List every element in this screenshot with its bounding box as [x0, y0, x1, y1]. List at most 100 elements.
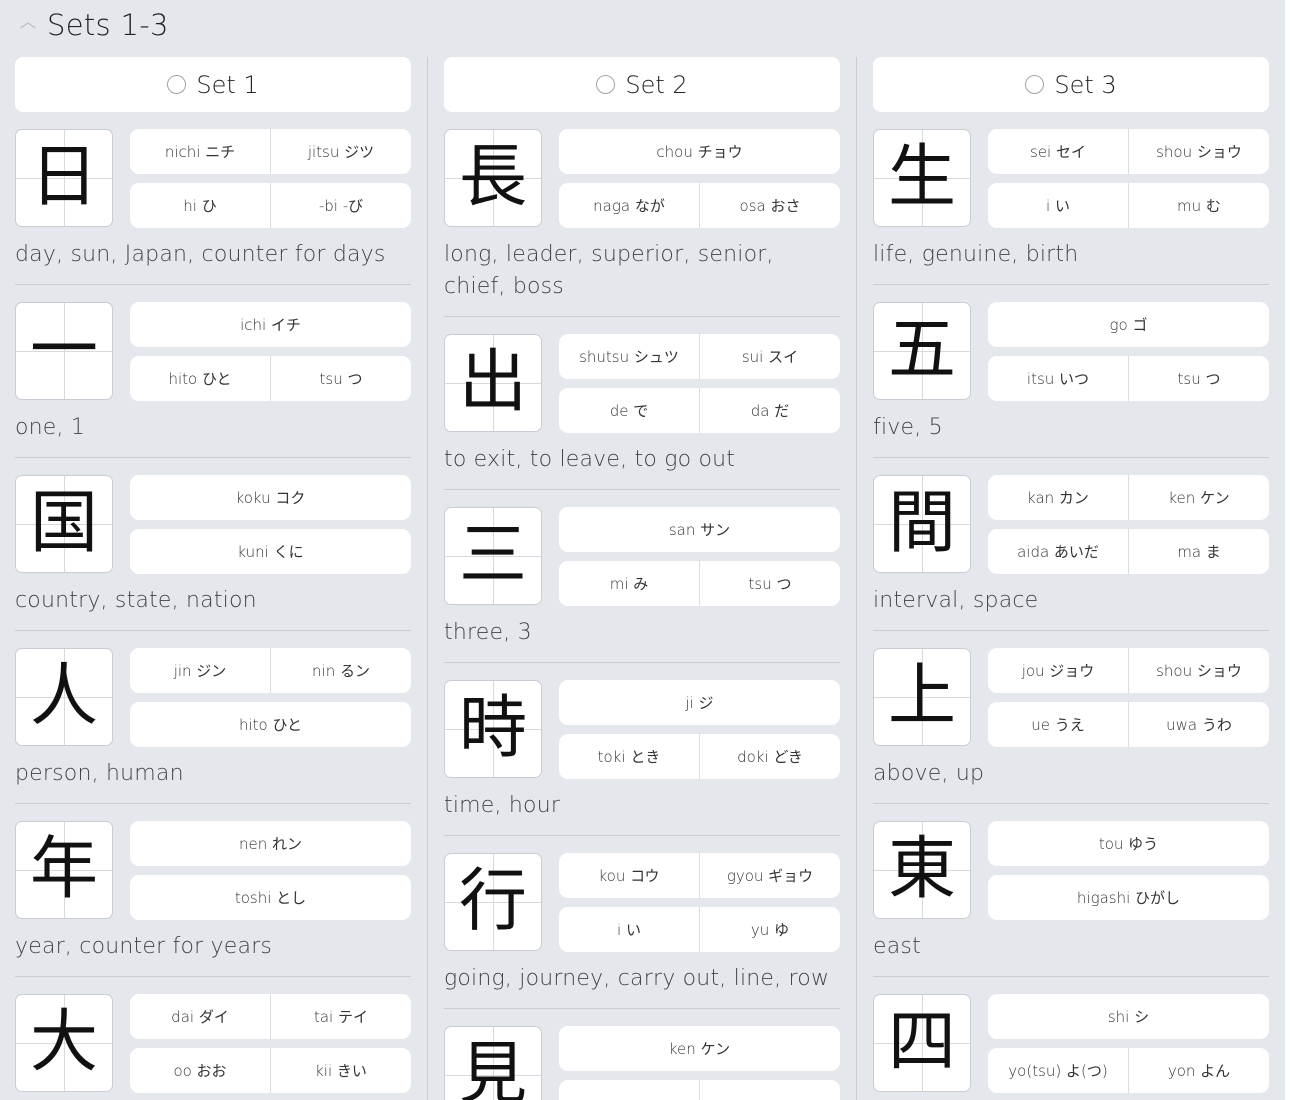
reading-pill[interactable]: osa おさ — [699, 183, 840, 228]
reading-pill[interactable]: chou チョウ — [559, 129, 840, 174]
reading-pill[interactable]: ji ジ — [559, 680, 840, 725]
reading-pill[interactable]: toshi とし — [130, 875, 411, 920]
scrollbar-track[interactable] — [1285, 0, 1290, 1100]
reading-pill[interactable]: kuni くに — [130, 529, 411, 574]
kanji-card[interactable]: 日 nichi ニチ jitsu ジツ hi ひ -bi -び day, sun, Jap… — [15, 112, 411, 285]
reading-pill[interactable]: nen れン — [130, 821, 411, 866]
reading-pill[interactable]: gyou ギョウ — [699, 853, 840, 898]
kanji-card[interactable]: 年 nen れン toshi とし year, counter for years — [15, 804, 411, 977]
kanji-tile[interactable]: 五 — [873, 302, 971, 400]
reading-pill[interactable]: jou ジョウ — [988, 648, 1128, 693]
kanji-card[interactable]: 五 go ゴ itsu いつ tsu つ five, 5 — [873, 285, 1269, 458]
reading-pill[interactable]: yon よん — [1128, 1048, 1269, 1093]
reading-pill[interactable]: kan カン — [988, 475, 1128, 520]
kanji-card[interactable]: 見 ken ケン — [444, 1009, 840, 1100]
reading-pill[interactable]: sui スイ — [699, 334, 840, 379]
reading-pill[interactable]: aida あいだ — [988, 529, 1128, 574]
kanji-tile[interactable]: 出 — [444, 334, 542, 432]
reading-pill[interactable]: san サン — [559, 507, 840, 552]
kanji-card[interactable]: 国 koku コク kuni くに country, state, nation — [15, 458, 411, 631]
reading-pill[interactable]: itsu いつ — [988, 356, 1128, 401]
kanji-tile[interactable]: 人 — [15, 648, 113, 746]
kanji-tile[interactable]: 年 — [15, 821, 113, 919]
reading-pill[interactable]: de で — [559, 388, 699, 433]
set-header[interactable]: Set 3 — [873, 57, 1269, 112]
kanji-card[interactable]: 長 chou チョウ naga なが osa おさ long, leader, supe… — [444, 112, 840, 317]
reading-pill[interactable]: kou コウ — [559, 853, 699, 898]
kanji-tile[interactable]: 見 — [444, 1026, 542, 1100]
kanji-tile[interactable]: 時 — [444, 680, 542, 778]
kanji-tile[interactable]: 一 — [15, 302, 113, 400]
reading-pill[interactable]: sei セイ — [988, 129, 1128, 174]
kanji-tile[interactable]: 上 — [873, 648, 971, 746]
reading-pill[interactable]: da だ — [699, 388, 840, 433]
reading-pill[interactable]: naga なが — [559, 183, 699, 228]
kanji-tile[interactable]: 東 — [873, 821, 971, 919]
radio-button[interactable] — [167, 75, 187, 94]
reading-pill[interactable]: kii きい — [270, 1048, 411, 1093]
reading-pill[interactable]: ken ケン — [1128, 475, 1269, 520]
kanji-tile[interactable]: 四 — [873, 994, 971, 1092]
kanji-card[interactable]: 大 dai ダイ tai テイ oo おお kii きい — [15, 977, 411, 1093]
reading-pill[interactable]: tsu つ — [699, 561, 840, 606]
reading-pill[interactable]: i い — [559, 907, 699, 952]
reading-pill[interactable] — [699, 1080, 840, 1100]
reading-pill[interactable]: shou ショウ — [1128, 648, 1269, 693]
reading-pill[interactable]: yu ゆ — [699, 907, 840, 952]
reading-pill[interactable]: doki どき — [699, 734, 840, 779]
kanji-card[interactable]: 四 shi シ yo(tsu) よ(つ) yon よん — [873, 977, 1269, 1093]
kanji-card[interactable]: 生 sei セイ shou ショウ i い mu む life, genuine, bir… — [873, 112, 1269, 285]
chevron-up-icon[interactable]: ︿ — [18, 12, 38, 32]
reading-pill[interactable]: tai テイ — [270, 994, 411, 1039]
reading-pill[interactable]: jitsu ジツ — [270, 129, 411, 174]
reading-pill[interactable]: ken ケン — [559, 1026, 840, 1071]
reading-pill[interactable]: hito ひと — [130, 356, 270, 401]
reading-pill[interactable] — [559, 1080, 699, 1100]
reading-pill[interactable]: koku コク — [130, 475, 411, 520]
kanji-card[interactable]: 行 kou コウ gyou ギョウ i い yu ゆ going, journey, ca… — [444, 836, 840, 1009]
reading-pill[interactable]: nin るン — [270, 648, 411, 693]
reading-pill[interactable]: uwa うわ — [1128, 702, 1269, 747]
reading-pill[interactable]: -bi -び — [270, 183, 411, 228]
kanji-card[interactable]: 上 jou ジョウ shou ショウ ue うえ uwa うわ above, up — [873, 631, 1269, 804]
reading-pill[interactable]: ichi イチ — [130, 302, 411, 347]
set-header[interactable]: Set 2 — [444, 57, 840, 112]
reading-pill[interactable]: jin ジン — [130, 648, 270, 693]
reading-pill[interactable]: shutsu シュツ — [559, 334, 699, 379]
reading-pill[interactable]: ue うえ — [988, 702, 1128, 747]
reading-pill[interactable]: hito ひと — [130, 702, 411, 747]
reading-pill[interactable]: toki とき — [559, 734, 699, 779]
reading-pill[interactable]: i い — [988, 183, 1128, 228]
kanji-tile[interactable]: 国 — [15, 475, 113, 573]
kanji-tile[interactable]: 日 — [15, 129, 113, 227]
reading-pill[interactable]: shou ショウ — [1128, 129, 1269, 174]
reading-pill[interactable]: tsu つ — [1128, 356, 1269, 401]
reading-pill[interactable]: tou ゆう — [988, 821, 1269, 866]
kanji-tile[interactable]: 長 — [444, 129, 542, 227]
kanji-tile[interactable]: 大 — [15, 994, 113, 1092]
reading-pill[interactable]: oo おお — [130, 1048, 270, 1093]
set-header[interactable]: Set 1 — [15, 57, 411, 112]
kanji-card[interactable]: 一 ichi イチ hito ひと tsu つ one, 1 — [15, 285, 411, 458]
reading-pill[interactable]: mu む — [1128, 183, 1269, 228]
reading-pill[interactable]: dai ダイ — [130, 994, 270, 1039]
kanji-card[interactable]: 間 kan カン ken ケン aida あいだ ma ま interval, space — [873, 458, 1269, 631]
reading-pill[interactable]: ma ま — [1128, 529, 1269, 574]
reading-pill[interactable]: hi ひ — [130, 183, 270, 228]
section-header[interactable]: ︿ Sets 1-3 — [0, 0, 1285, 52]
radio-button[interactable] — [1025, 75, 1045, 94]
kanji-tile[interactable]: 行 — [444, 853, 542, 951]
radio-button[interactable] — [596, 75, 616, 94]
reading-pill[interactable]: tsu つ — [270, 356, 411, 401]
kanji-tile[interactable]: 間 — [873, 475, 971, 573]
reading-pill[interactable]: nichi ニチ — [130, 129, 270, 174]
reading-pill[interactable]: yo(tsu) よ(つ) — [988, 1048, 1128, 1093]
reading-pill[interactable]: mi み — [559, 561, 699, 606]
kanji-card[interactable]: 三 san サン mi み tsu つ three, 3 — [444, 490, 840, 663]
kanji-card[interactable]: 東 tou ゆう higashi ひがし east — [873, 804, 1269, 977]
reading-pill[interactable]: higashi ひがし — [988, 875, 1269, 920]
kanji-card[interactable]: 人 jin ジン nin るン hito ひと person, human — [15, 631, 411, 804]
reading-pill[interactable]: shi シ — [988, 994, 1269, 1039]
kanji-card[interactable]: 時 ji ジ toki とき doki どき time, hour — [444, 663, 840, 836]
reading-pill[interactable]: go ゴ — [988, 302, 1269, 347]
